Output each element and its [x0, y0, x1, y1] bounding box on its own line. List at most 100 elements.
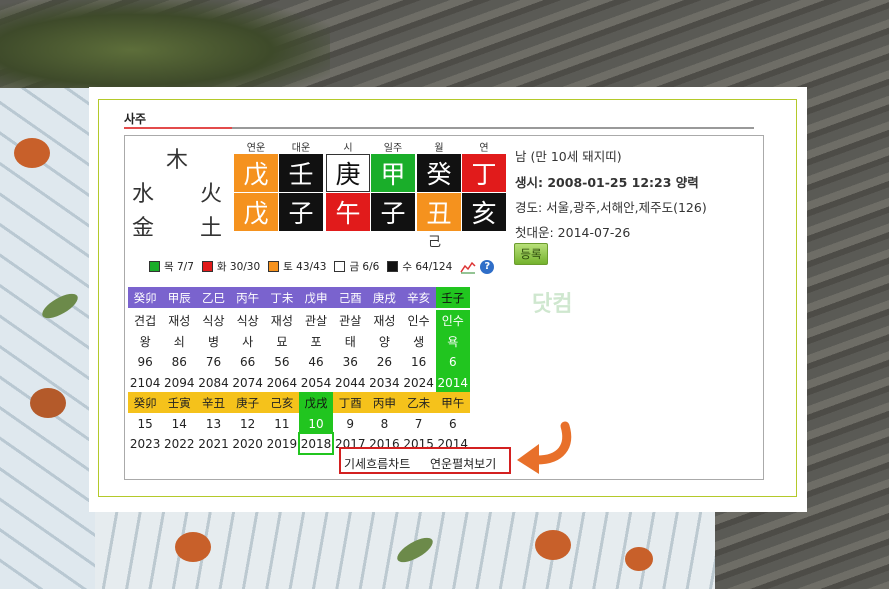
yeonun-age: 13: [205, 416, 222, 431]
daeun-ganji[interactable]: 乙巳: [196, 287, 231, 308]
daeun-year: 2044: [334, 375, 366, 390]
legend-fire: 화 30/30: [216, 261, 261, 273]
yeonun-ganji[interactable]: 甲午: [435, 392, 470, 413]
daeun-stage: 왕: [139, 335, 151, 349]
daeun-stage: 태: [344, 335, 356, 349]
pillar-label-hour: 시: [343, 143, 353, 154]
legend-earth: 토 43/43: [283, 261, 327, 273]
yeonun-ages-row: 15 14 13 12 11 10 9 8 7 6: [128, 413, 470, 434]
yeonun-year: 2023: [129, 436, 161, 451]
element-water: 水: [132, 182, 155, 207]
yeonun-ganji-current[interactable]: 戊戌: [298, 392, 334, 413]
branch-daeun: 子: [279, 193, 323, 231]
yeonun-ganji[interactable]: 丙申: [367, 392, 402, 413]
yeonun-year: 2022: [164, 436, 195, 451]
yeonun-age: 6: [448, 416, 457, 431]
hidden-stem: 己: [428, 235, 442, 250]
daeun-header-row: 癸卯 甲辰 乙巳 丙午 丁未 戊申 己酉 庚戌 辛亥 壬子: [128, 287, 470, 308]
register-button[interactable]: 등록: [514, 243, 548, 265]
yeonun-age: 8: [380, 416, 389, 431]
daeun-year: 2034: [369, 375, 400, 390]
curved-arrow-icon: [517, 421, 572, 474]
fan-decoration: [30, 388, 66, 418]
daeun-year: 2024: [403, 375, 434, 390]
daeun-stage: 사: [242, 335, 254, 349]
yeonun-age: 7: [414, 416, 423, 431]
stem-year: 丁: [462, 154, 506, 192]
branch-day: 子: [371, 193, 415, 231]
daeun-tengod: 재성: [168, 314, 191, 328]
yeonun-age: 12: [240, 416, 256, 431]
pillar-label-day: 일주: [383, 143, 403, 154]
yeonun-ganji[interactable]: 辛丑: [196, 392, 231, 413]
yeonun-ganji[interactable]: 癸卯: [128, 392, 163, 413]
daeun-stage: 생: [413, 335, 425, 349]
expand-yeonun-link[interactable]: 연운펼쳐보기: [430, 455, 496, 472]
trend-chart-icon[interactable]: [460, 260, 476, 274]
element-wood: 木: [166, 148, 189, 173]
daeun-tengod: 식상: [236, 314, 259, 328]
daeun-age: 36: [342, 354, 358, 369]
longitude: 경도: 서울,광주,서해안,제주도(126): [515, 200, 707, 215]
daeun-tengod: 관살: [339, 314, 362, 328]
daeun-age-current: 6: [435, 351, 470, 372]
yeonun-ganji[interactable]: 庚子: [230, 392, 265, 413]
legend-swatch: [149, 261, 160, 272]
birth-time: 생시: 2008-01-25 12:23 양력: [515, 175, 699, 190]
yeonun-year-current: 2018: [297, 432, 335, 455]
daeun-year: 2104: [129, 375, 161, 390]
daeun-age: 56: [274, 354, 290, 369]
background-foliage: [0, 0, 330, 100]
daeun-ganji[interactable]: 戊申: [298, 287, 334, 308]
branch-year: 亥: [462, 193, 506, 231]
pillar-label-daeun: 대운: [291, 143, 311, 154]
daeun-age: 16: [410, 354, 427, 369]
yeonun-ganji[interactable]: 丁酉: [333, 392, 368, 413]
element-metal: 金: [132, 216, 155, 241]
daeun-ganji[interactable]: 甲辰: [162, 287, 197, 308]
daeun-ages-row: 96 86 76 66 56 46 36 26 16 6: [128, 351, 470, 372]
legend-swatch: [268, 261, 280, 272]
daeun-age: 66: [240, 354, 256, 369]
first-daeun: 첫대운: 2014-07-26: [515, 225, 631, 240]
daeun-tengod: 견겁: [134, 314, 157, 328]
daeun-year: 2084: [198, 375, 229, 390]
help-icon[interactable]: ?: [480, 259, 495, 274]
daeun-tengods-row: 견겁 재성 식상 식상 재성 관살 관살 재성 인수 인수: [128, 310, 470, 331]
legend-wood: 목 7/7: [164, 261, 194, 273]
yeonun-ganji[interactable]: 壬寅: [162, 392, 197, 413]
branch-hour: 午: [326, 193, 370, 231]
daeun-year: 2094: [164, 375, 195, 390]
stem-yeonun: 戊: [234, 154, 278, 192]
fan-decoration: [14, 138, 50, 168]
branch-month: 丑: [417, 193, 461, 231]
section-title: 사주: [124, 112, 147, 126]
daeun-stage: 양: [378, 335, 390, 349]
yeonun-age-current: 10: [298, 413, 334, 434]
stem-daeun: 壬: [279, 154, 323, 192]
daeun-ganji[interactable]: 庚戌: [367, 287, 402, 308]
energy-flow-chart-link[interactable]: 기세흐름차트: [344, 455, 410, 472]
fan-decoration: [625, 547, 653, 571]
fan-decoration: [175, 532, 211, 562]
daeun-ganji-current[interactable]: 壬子: [435, 287, 470, 308]
daeun-age: 26: [376, 354, 393, 369]
legend-swatch: [201, 261, 213, 272]
yeonun-age: 15: [137, 416, 153, 431]
daeun-ganji[interactable]: 丙午: [230, 287, 265, 308]
daeun-ganji[interactable]: 己酉: [333, 287, 368, 308]
daeun-year: 2074: [232, 375, 263, 390]
daeun-ganji[interactable]: 丁未: [264, 287, 299, 308]
legend-water: 수 64/124: [402, 261, 453, 273]
yeonun-ganji[interactable]: 乙未: [401, 392, 436, 413]
yeonun-header-row: 癸卯 壬寅 辛丑 庚子 己亥 戊戌 丁酉 丙申 乙未 甲午: [128, 392, 470, 413]
daeun-ganji[interactable]: 辛亥: [401, 287, 436, 308]
element-fire: 火: [200, 182, 223, 207]
daeun-tengod: 재성: [270, 314, 293, 328]
daeun-ganji[interactable]: 癸卯: [128, 287, 163, 308]
stem-month: 癸: [417, 154, 461, 192]
pillar-label-year: 연: [479, 143, 489, 154]
yeonun-ganji[interactable]: 己亥: [264, 392, 299, 413]
background-fan-left: [0, 88, 95, 589]
pillar-label-yeonun: 연운: [246, 143, 266, 154]
